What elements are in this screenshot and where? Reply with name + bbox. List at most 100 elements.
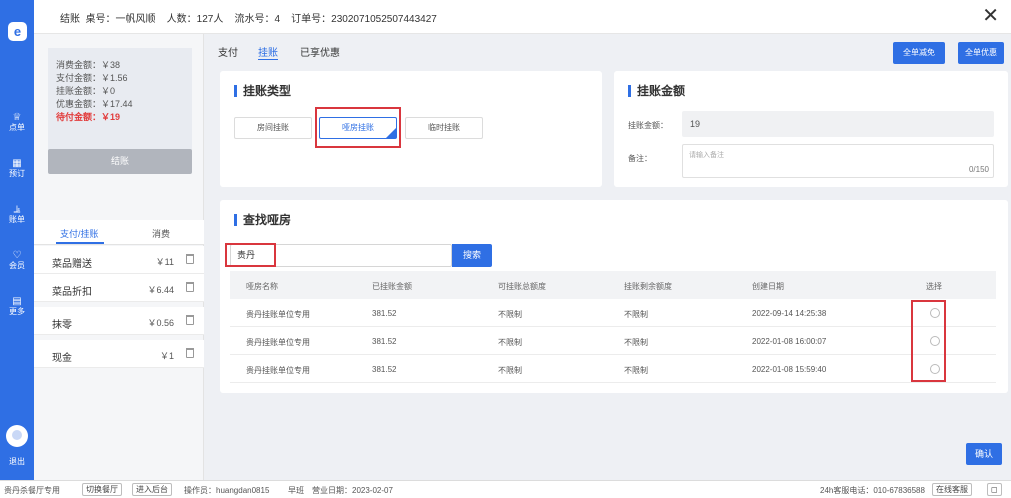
sidebar: e ♕ 点单 ▦ 预订 ⫡ 账单 ♡ 会员 ▤ 更多 退出 — [0, 0, 34, 480]
col-name: 哑房名称 — [246, 282, 278, 291]
nav-member-label: 会员 — [9, 261, 25, 270]
grid-icon: ▤ — [12, 296, 22, 307]
fullscreen-icon[interactable]: ◻ — [987, 483, 1002, 496]
virtual-room-credit-option[interactable]: 哑房挂账 — [319, 117, 397, 139]
select-radio[interactable] — [930, 308, 940, 318]
table-header: 哑房名称 已挂账金额 可挂账总额度 挂账剩余额度 创建日期 选择 — [230, 271, 996, 299]
tab-discount[interactable]: 已享优惠 — [300, 44, 340, 59]
status-bar: 贵丹杀餐厅专用 切换餐厅 进入后台 操作员：huangdan0815 早班 营业… — [0, 480, 1011, 498]
note-counter: 0/150 — [968, 165, 989, 174]
credit-amount-card: 挂账金额 挂账金额： 19 备注： 请输入备注 0/150 — [614, 71, 1008, 187]
cell-name: 贵丹挂账单位专用 — [246, 366, 310, 375]
payment-amount: ￥1 — [159, 351, 174, 361]
col-credited: 已挂账金额 — [372, 282, 412, 291]
trash-icon[interactable] — [186, 315, 194, 325]
temporary-credit-option[interactable]: 临时挂账 — [405, 117, 483, 139]
col-total-limit: 可挂账总额度 — [498, 282, 546, 291]
confirm-button[interactable]: 确认 — [966, 443, 1002, 465]
trash-icon[interactable] — [186, 282, 194, 292]
trash-icon[interactable] — [186, 254, 194, 264]
settle-button[interactable]: 结账 — [48, 149, 192, 174]
note-label: 备注： — [628, 154, 652, 163]
nav-order[interactable]: ♕ 点单 — [0, 112, 34, 132]
shop-name: 贵丹杀餐厅专用 — [4, 486, 60, 495]
backend-button[interactable]: 进入后台 — [132, 483, 172, 496]
note-field[interactable]: 请输入备注 0/150 — [682, 144, 994, 178]
nav-bill-label: 账单 — [9, 215, 25, 224]
nav-more-label: 更多 — [9, 307, 25, 316]
table-row[interactable]: 贵丹挂账单位专用 381.52 不限制 不限制 2022-01-08 16:00… — [230, 327, 996, 355]
cell-total-limit: 不限制 — [498, 338, 522, 347]
cell-credited: 381.52 — [372, 309, 397, 318]
cell-created: 2022-01-08 16:00:07 — [752, 337, 827, 346]
nav-reserve[interactable]: ▦ 预订 — [0, 158, 34, 178]
cell-total-limit: 不限制 — [498, 310, 522, 319]
cell-credited: 381.52 — [372, 365, 397, 374]
cell-name: 贵丹挂账单位专用 — [246, 338, 310, 347]
cell-total-limit: 不限制 — [498, 366, 522, 375]
exit-button[interactable]: 退出 — [0, 456, 34, 467]
nav-reserve-label: 预订 — [9, 169, 25, 178]
table-row[interactable]: 贵丹挂账单位专用 381.52 不限制 不限制 2022-09-14 14:25… — [230, 299, 996, 327]
order-icon: ♕ — [12, 112, 22, 123]
close-icon[interactable]: ✕ — [982, 4, 999, 28]
cell-credited: 381.52 — [372, 337, 397, 346]
member-icon: ♡ — [12, 250, 22, 261]
tab-pay-credit[interactable]: 支付/挂账 — [60, 227, 99, 240]
nav-order-label: 点单 — [9, 123, 25, 132]
search-card: 查找哑房 贵丹 搜索 哑房名称 已挂账金额 可挂账总额度 挂账剩余额度 创建日期… — [220, 200, 1008, 393]
shift: 早班 — [288, 486, 304, 495]
payment-name: 菜品赠送 — [52, 259, 92, 270]
cell-remaining: 不限制 — [624, 338, 648, 347]
full-exempt-button[interactable]: 全单减免 — [893, 42, 945, 64]
left-tabs: 支付/挂账 消费 — [34, 220, 204, 245]
left-panel: 消费金额：￥38 支付金额：￥1.56 挂账金额：￥0 优惠金额：￥17.44 … — [34, 34, 204, 480]
operator: 操作员：huangdan0815 — [184, 486, 270, 495]
payment-name: 抹零 — [52, 320, 72, 331]
online-service-button[interactable]: 在线客服 — [932, 483, 972, 496]
nav-bill[interactable]: ⫡ 账单 — [0, 204, 34, 224]
top-bar: 结账 桌号：一帆风顺 人数：127人 流水号：4 订单号：23020710525… — [34, 0, 1011, 34]
search-button[interactable]: 搜索 — [452, 244, 492, 267]
room-credit-option[interactable]: 房间挂账 — [234, 117, 312, 139]
app-logo: e — [8, 22, 27, 41]
hotline: 24h客服电话：010-67836588 — [820, 486, 925, 495]
tab-credit[interactable]: 挂账 — [258, 44, 278, 59]
note-placeholder: 请输入备注 — [689, 152, 724, 159]
credit-type-title: 挂账类型 — [234, 85, 291, 97]
amount-field: 19 — [682, 111, 994, 137]
nav-member[interactable]: ♡ 会员 — [0, 250, 34, 270]
payment-amount: ￥11 — [155, 257, 174, 267]
switch-shop-button[interactable]: 切换餐厅 — [82, 483, 122, 496]
calendar-icon: ▦ — [12, 158, 22, 169]
cell-created: 2022-09-14 14:25:38 — [752, 309, 827, 318]
consume-amount: 消费金额：￥38 — [56, 60, 121, 70]
tab-consume[interactable]: 消费 — [152, 227, 170, 240]
due-amount: 待付金额：￥19 — [56, 112, 121, 122]
payment-row: 现金 ￥1 — [34, 340, 204, 368]
tab-underline — [56, 242, 104, 244]
payment-name: 现金 — [52, 353, 72, 364]
avatar[interactable] — [6, 425, 28, 447]
table-row[interactable]: 贵丹挂账单位专用 381.52 不限制 不限制 2022-01-08 15:59… — [230, 355, 996, 383]
cell-created: 2022-01-08 15:59:40 — [752, 365, 827, 374]
cell-remaining: 不限制 — [624, 366, 648, 375]
nav-more[interactable]: ▤ 更多 — [0, 296, 34, 316]
tab-pay[interactable]: 支付 — [218, 44, 238, 59]
col-select: 选择 — [926, 282, 942, 291]
cell-remaining: 不限制 — [624, 310, 648, 319]
credit-amount: 挂账金额：￥0 — [56, 86, 116, 96]
search-title: 查找哑房 — [234, 214, 291, 226]
amount-label: 挂账金额： — [628, 121, 668, 130]
select-radio[interactable] — [930, 364, 940, 374]
search-input[interactable]: 贵丹 — [230, 244, 452, 267]
select-radio[interactable] — [930, 336, 940, 346]
full-discount-button[interactable]: 全单优惠 — [958, 42, 1004, 64]
col-remaining: 挂账剩余额度 — [624, 282, 672, 291]
payment-name: 菜品折扣 — [52, 287, 92, 298]
trash-icon[interactable] — [186, 348, 194, 358]
chart-icon: ⫡ — [13, 204, 21, 215]
payment-amount: ￥0.56 — [147, 318, 174, 328]
col-created: 创建日期 — [752, 282, 784, 291]
payment-row: 抹零 ￥0.56 — [34, 307, 204, 335]
